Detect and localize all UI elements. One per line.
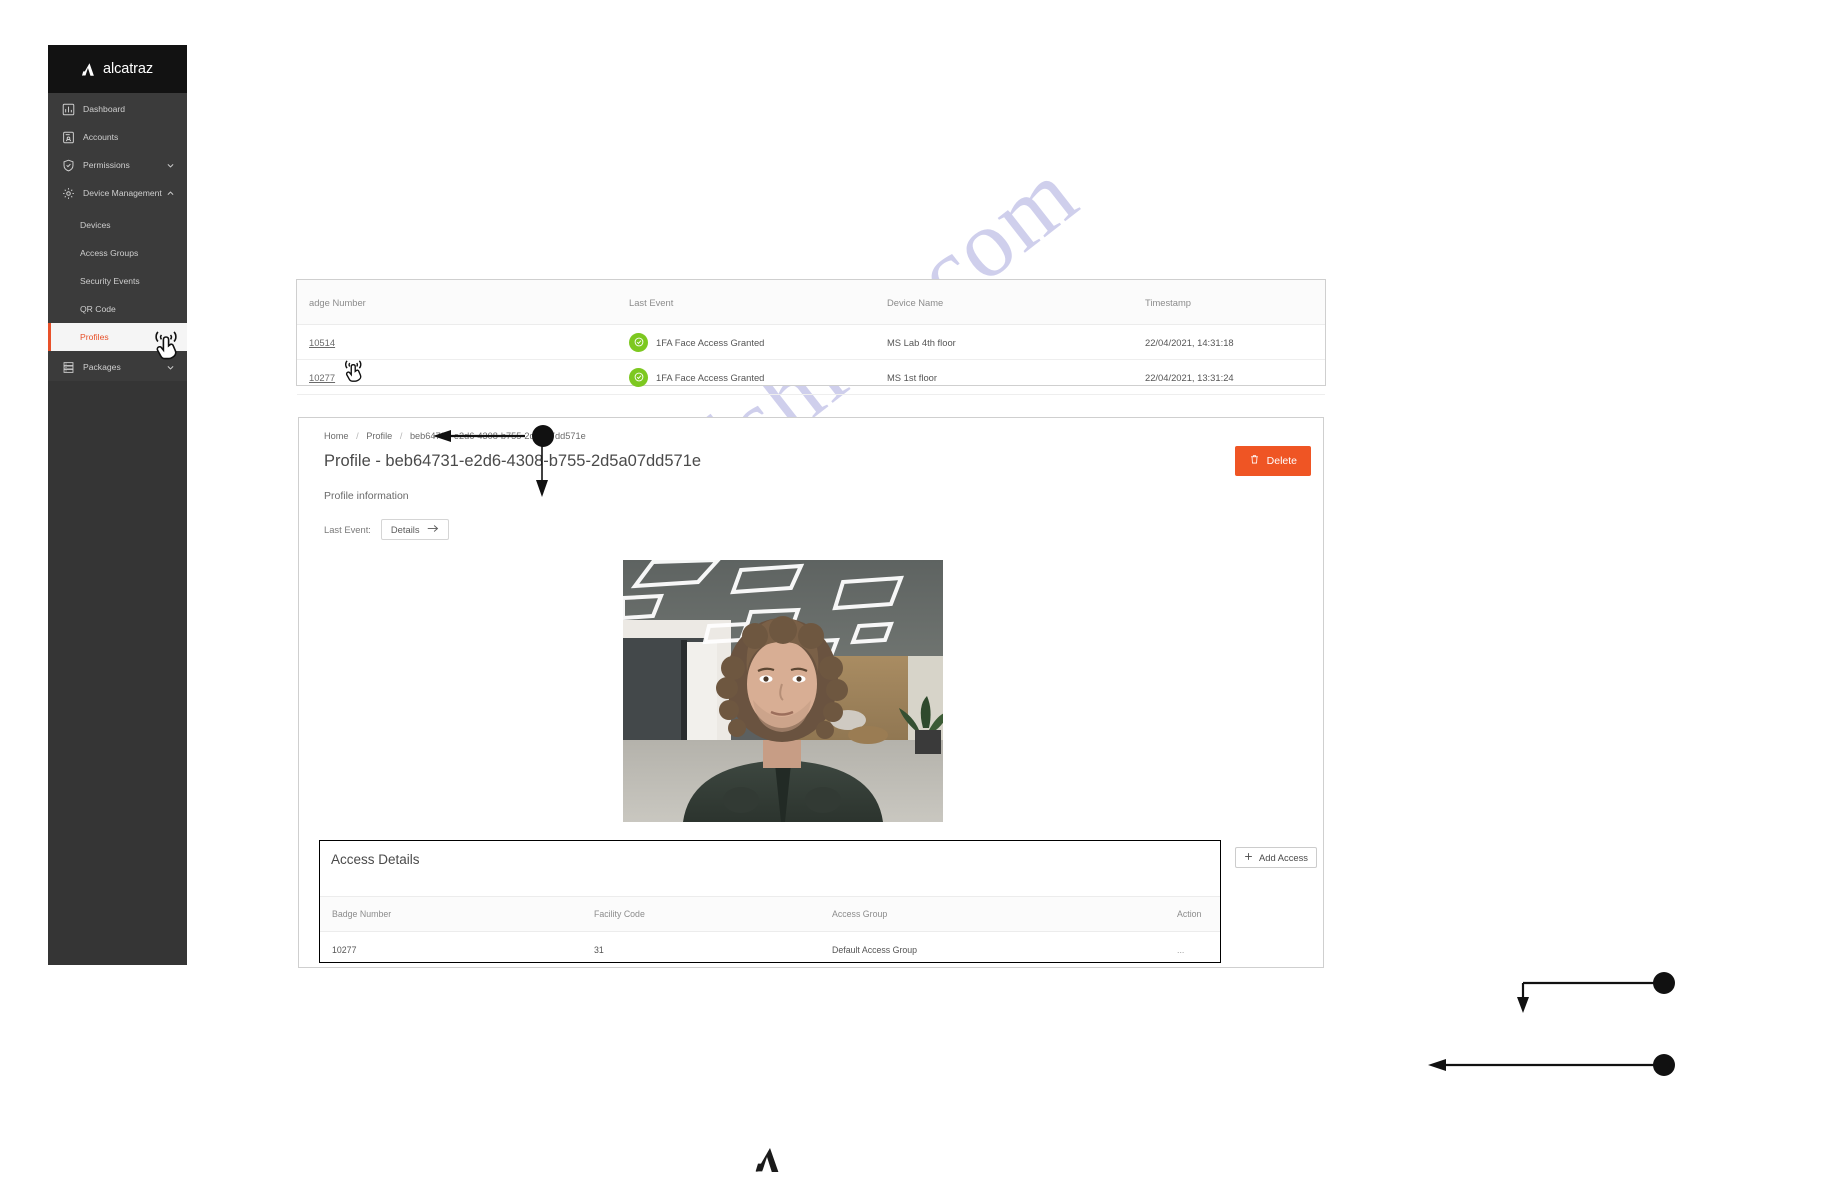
sidebar-item-label: Device Management	[83, 188, 162, 198]
breadcrumb-separator: /	[399, 431, 403, 441]
breadcrumb-separator: /	[356, 431, 359, 441]
badge-number-link[interactable]: 10514	[309, 337, 335, 348]
sidebar-item-dashboard[interactable]: Dashboard	[48, 95, 187, 123]
col-device-name[interactable]: Device Name	[875, 280, 1133, 325]
event-label: 1FA Face Access Granted	[656, 336, 765, 348]
chevron-down-icon[interactable]	[166, 363, 175, 372]
page-title: Profile - beb64731-e2d6-4308-b755-2d5a07…	[324, 452, 702, 470]
sidebar-item-permissions[interactable]: Permissions	[48, 151, 187, 179]
sidebar-item-label: Accounts	[83, 132, 119, 142]
col-timestamp[interactable]: Timestamp	[1133, 280, 1325, 325]
cell-access-group: Default Access Group	[832, 944, 918, 955]
chevron-up-icon[interactable]	[166, 189, 175, 198]
sidebar-item-access-groups[interactable]: Access Groups	[48, 239, 187, 267]
callout-dot-3	[1653, 1054, 1675, 1076]
callout-dot-2	[1653, 972, 1675, 994]
cell-last-event: 1FA Face Access Granted	[617, 359, 875, 395]
sidebar-nav-bottom: Packages	[48, 353, 187, 381]
sidebar-item-label: Packages	[83, 362, 121, 372]
events-table-card: adge Number Last Event Device Name Times…	[296, 279, 1326, 395]
gear-icon	[62, 187, 75, 200]
breadcrumb-home[interactable]: Home	[324, 431, 349, 441]
sidebar-nav-group: Dashboard Accounts Permissions Device Ma…	[48, 93, 187, 211]
sidebar-item-profiles[interactable]: Profiles	[48, 323, 187, 351]
cell-badge-number: 10514	[297, 324, 617, 360]
account-card-icon	[62, 131, 75, 144]
last-event-row: Last Event: Details	[324, 519, 449, 540]
chart-bar-icon	[62, 103, 75, 116]
delete-button-label: Delete	[1266, 455, 1297, 467]
sidebar-subitem-label: Profiles	[80, 332, 109, 342]
sidebar-item-accounts[interactable]: Accounts	[48, 123, 187, 151]
profile-photo	[623, 560, 943, 822]
cell-timestamp: 22/04/2021, 13:31:24	[1133, 359, 1325, 395]
cell-device-name: MS 1st floor	[875, 359, 1133, 395]
sidebar-subnav-device-management: Devices Access Groups Security Events QR…	[48, 211, 187, 353]
chevron-down-icon[interactable]	[166, 161, 175, 170]
table-header-row: Badge Number Facility Code Access Group …	[320, 896, 1220, 932]
table-header-row: adge Number Last Event Device Name Times…	[297, 280, 1325, 325]
sidebar-item-packages[interactable]: Packages	[48, 353, 187, 381]
details-button-label: Details	[390, 524, 420, 535]
col-access-badge-number: Badge Number	[320, 896, 582, 932]
footer-alcatraz-mark-icon	[754, 1148, 786, 1172]
sidebar-subitem-label: Access Groups	[80, 248, 139, 258]
check-circle-icon	[629, 332, 648, 352]
cell-facility-code: 31	[594, 944, 604, 955]
sidebar-logo: alcatraz	[48, 45, 187, 93]
badge-number-link[interactable]: 10277	[309, 372, 335, 383]
check-circle-icon	[629, 367, 648, 387]
trash-icon	[1249, 454, 1260, 468]
col-action: Action	[1165, 896, 1220, 932]
server-stack-icon	[62, 361, 75, 374]
shield-check-icon	[62, 159, 75, 172]
col-facility-code: Facility Code	[582, 896, 820, 932]
sidebar-item-security-events[interactable]: Security Events	[48, 267, 187, 295]
cell-access-badge-number: 10277	[332, 944, 357, 955]
col-last-event[interactable]: Last Event	[617, 280, 875, 325]
col-badge-number[interactable]: adge Number	[297, 280, 617, 325]
alcatraz-mark-icon	[82, 62, 97, 76]
profile-information-heading: Profile information	[324, 490, 409, 502]
callout-dot-1	[532, 425, 554, 447]
breadcrumb-profile-id: beb64731-e2d6-4308-b755-2d5a07dd571e	[409, 431, 586, 441]
sidebar-subitem-label: QR Code	[80, 304, 116, 314]
access-details-table: Badge Number Facility Code Access Group …	[320, 896, 1220, 967]
sidebar-item-devices[interactable]: Devices	[48, 211, 187, 239]
events-table: adge Number Last Event Device Name Times…	[297, 280, 1325, 395]
plus-icon	[1244, 852, 1253, 863]
cell-last-event: 1FA Face Access Granted	[617, 324, 875, 360]
cell-badge-number: 10277	[297, 359, 617, 395]
event-label: 1FA Face Access Granted	[656, 371, 765, 383]
sidebar-item-label: Permissions	[83, 160, 130, 170]
row-action-menu[interactable]: ...	[1165, 932, 1220, 968]
cell-timestamp: 22/04/2021, 14:31:18	[1133, 324, 1325, 360]
cell-device-name: MS Lab 4th floor	[875, 324, 1133, 360]
sidebar-item-qr-code[interactable]: QR Code	[48, 295, 187, 323]
table-row[interactable]: 10277 1FA Face Access Granted MS 1st flo…	[297, 359, 1325, 395]
breadcrumb-profile[interactable]: Profile	[366, 431, 392, 441]
delete-button[interactable]: Delete	[1234, 446, 1311, 476]
sidebar-item-device-management[interactable]: Device Management	[48, 179, 187, 207]
last-event-label: Last Event:	[324, 524, 371, 535]
arrow-right-icon	[427, 524, 439, 535]
add-access-label: Add Access	[1259, 852, 1308, 863]
brand-name: alcatraz	[103, 61, 153, 77]
sidebar: alcatraz Dashboard Accounts Permissions …	[48, 45, 187, 965]
access-details-panel: Access Details Badge Number Facility Cod…	[319, 840, 1221, 963]
add-access-button[interactable]: Add Access	[1235, 847, 1317, 868]
table-row: 10277 31 Default Access Group ...	[320, 932, 1220, 968]
sidebar-subitem-label: Security Events	[80, 276, 140, 286]
details-button[interactable]: Details	[380, 519, 449, 540]
table-row[interactable]: 10514 1FA Face Access Granted MS Lab 4th	[297, 324, 1325, 360]
access-details-title: Access Details	[331, 852, 420, 867]
col-access-group: Access Group	[820, 896, 1165, 932]
sidebar-subitem-label: Devices	[80, 220, 111, 230]
sidebar-item-label: Dashboard	[83, 104, 126, 114]
